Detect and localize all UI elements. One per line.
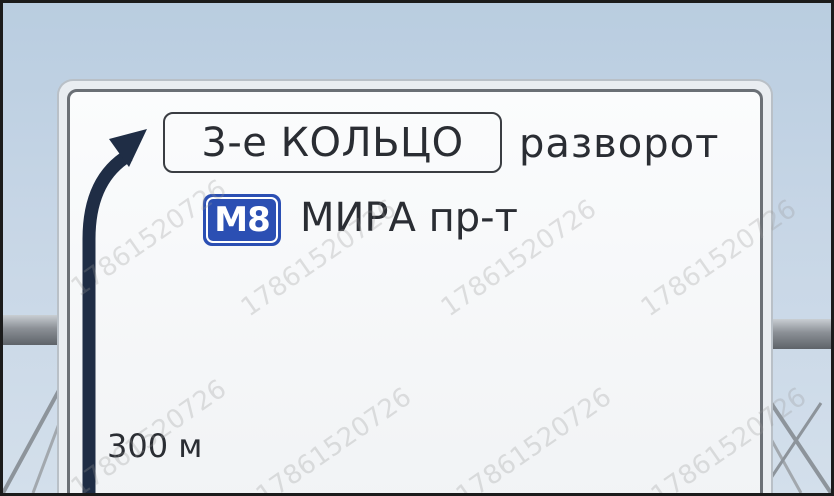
street-label: МИРА пр-т — [300, 195, 518, 241]
route-badge: M8 — [203, 194, 281, 246]
distance-label: 300 м — [107, 427, 203, 465]
ring-road-label: 3-е КОЛЬЦО — [201, 119, 464, 166]
gantry-pole-left — [3, 315, 63, 345]
ring-road-label-box: 3-е КОЛЬЦО — [163, 112, 502, 173]
photo-scene: 3-е КОЛЬЦО разворот M8 МИРА пр-т 300 м 1… — [0, 0, 834, 496]
route-number: M8 — [214, 200, 270, 240]
u-turn-label: разворот — [519, 121, 720, 167]
